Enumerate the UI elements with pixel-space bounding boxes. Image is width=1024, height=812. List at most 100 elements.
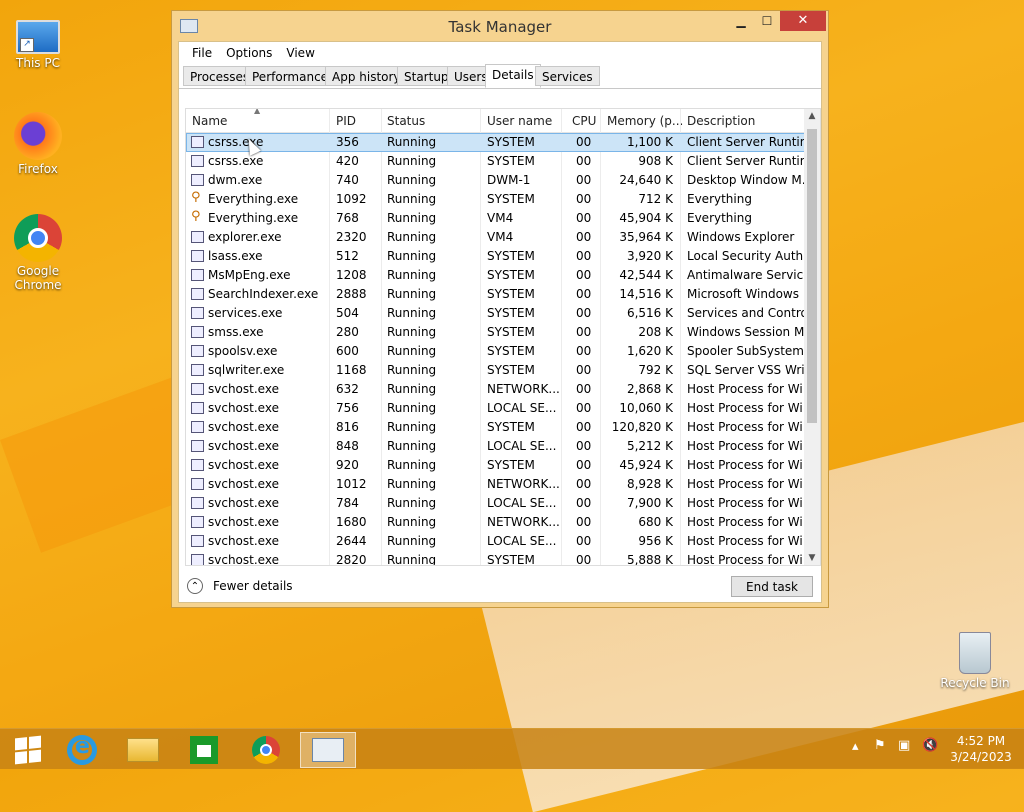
process-name: MsMpEng.exe: [208, 268, 291, 282]
clock-date: 3/24/2023: [950, 750, 1012, 764]
menu-options[interactable]: Options: [219, 46, 279, 60]
vertical-scrollbar[interactable]: ▲ ▼: [804, 109, 820, 565]
process-icon: [191, 326, 204, 338]
process-description: Host Process for Wi...: [687, 477, 805, 491]
fewer-details-button[interactable]: ⌃ Fewer details: [187, 578, 293, 594]
column-header-user[interactable]: User name: [487, 114, 552, 128]
table-row[interactable]: ⚲ Everything.exe 768 Running VM4 00 45,904 K Ev…: [186, 209, 820, 228]
taskbar-internet-explorer[interactable]: [54, 732, 110, 768]
table-row[interactable]: svchost.exe 1012 Running NETWORK... 00 8,928 …: [186, 475, 820, 494]
table-row[interactable]: explorer.exe 2320 Running VM4 00 35,964 K Wind…: [186, 228, 820, 247]
column-header-description[interactable]: Description: [687, 114, 755, 128]
process-cpu: 00: [576, 230, 592, 244]
process-description: Client Server Runtim...: [687, 135, 805, 149]
process-cpu: 00: [576, 382, 592, 396]
table-row[interactable]: svchost.exe 816 Running SYSTEM 00 120,820 K Ho…: [186, 418, 820, 437]
process-status: Running: [387, 325, 437, 339]
process-memory: 45,904 K: [619, 211, 673, 225]
title-bar[interactable]: Task Manager ▁ ☐ ✕: [172, 11, 828, 41]
menu-view[interactable]: View: [279, 46, 321, 60]
process-name: svchost.exe: [208, 420, 279, 434]
table-row[interactable]: spoolsv.exe 600 Running SYSTEM 00 1,620 K Spoo…: [186, 342, 820, 361]
maximize-button[interactable]: ☐: [754, 11, 780, 31]
table-row[interactable]: svchost.exe 848 Running LOCAL SE... 00 5,212 …: [186, 437, 820, 456]
table-row[interactable]: csrss.exe 356 Running SYSTEM 00 1,100 K Client…: [186, 133, 820, 152]
process-memory: 10,060 K: [619, 401, 673, 415]
taskbar-clock[interactable]: 4:52 PM 3/24/2023: [946, 733, 1016, 765]
tab-performance[interactable]: Performance: [245, 66, 336, 86]
table-row[interactable]: csrss.exe 420 Running SYSTEM 00 908 K Client S…: [186, 152, 820, 171]
table-row[interactable]: svchost.exe 632 Running NETWORK... 00 2,868 K…: [186, 380, 820, 399]
process-name: spoolsv.exe: [208, 344, 278, 358]
table-row[interactable]: svchost.exe 2820 Running SYSTEM 00 5,888 K Hos…: [186, 551, 820, 566]
task-manager-icon: [312, 738, 344, 762]
process-description: Host Process for Wi...: [687, 439, 805, 453]
table-row[interactable]: ⚲ Everything.exe 1092 Running SYSTEM 00 712 K E…: [186, 190, 820, 209]
magnifier-app-icon: ⚲: [191, 190, 201, 202]
table-row[interactable]: svchost.exe 756 Running LOCAL SE... 00 10,060…: [186, 399, 820, 418]
show-hidden-icons-icon[interactable]: ▴: [852, 739, 859, 779]
table-row[interactable]: svchost.exe 2644 Running LOCAL SE... 00 956 K…: [186, 532, 820, 551]
process-description: Host Process for Wi...: [687, 496, 805, 510]
table-row[interactable]: svchost.exe 784 Running LOCAL SE... 00 7,900 …: [186, 494, 820, 513]
network-icon[interactable]: ▣: [898, 738, 910, 778]
column-header-cpu[interactable]: CPU: [572, 114, 596, 128]
process-memory: 208 K: [638, 325, 673, 339]
taskbar: ▴ ⚑ ▣ 🔇 4:52 PM 3/24/2023: [0, 728, 1024, 769]
shortcut-arrow-icon: ↗: [20, 38, 34, 52]
scroll-down-icon[interactable]: ▼: [804, 553, 820, 563]
process-name: Everything.exe: [208, 192, 299, 206]
table-row[interactable]: sqlwriter.exe 1168 Running SYSTEM 00 792 K SQL…: [186, 361, 820, 380]
process-pid: 784: [336, 496, 359, 510]
process-memory: 2,868 K: [626, 382, 673, 396]
end-task-button[interactable]: End task: [731, 576, 813, 597]
tab-details[interactable]: Details: [485, 64, 541, 88]
desktop-icon-recycle-bin[interactable]: Recycle Bin: [937, 632, 1013, 690]
process-name: svchost.exe: [208, 401, 279, 415]
scroll-thumb[interactable]: [807, 129, 817, 423]
minimize-button[interactable]: ▁: [728, 11, 754, 31]
column-header-memory[interactable]: Memory (p...: [607, 114, 683, 128]
menu-file[interactable]: File: [185, 46, 219, 60]
tab-services[interactable]: Services: [535, 66, 600, 86]
taskbar-store[interactable]: [176, 732, 232, 768]
desktop-icon-firefox[interactable]: Firefox: [0, 112, 76, 176]
desktop-icon-this-pc[interactable]: ↗ This PC: [0, 12, 76, 70]
column-header-name[interactable]: Name: [192, 114, 227, 128]
tab-app-history[interactable]: App history: [325, 66, 408, 86]
taskbar-chrome[interactable]: [238, 732, 294, 768]
action-center-flag-icon[interactable]: ⚑: [874, 738, 886, 778]
taskbar-task-manager[interactable]: [300, 732, 356, 768]
desktop-icon-chrome[interactable]: Google Chrome: [0, 214, 76, 292]
table-row[interactable]: dwm.exe 740 Running DWM-1 00 24,640 K Desktop …: [186, 171, 820, 190]
table-row[interactable]: lsass.exe 512 Running SYSTEM 00 3,920 K Local …: [186, 247, 820, 266]
table-row[interactable]: SearchIndexer.exe 2888 Running SYSTEM 00 14,5…: [186, 285, 820, 304]
process-description: Host Process for Wi...: [687, 553, 805, 566]
column-header-status[interactable]: Status: [387, 114, 425, 128]
process-description: Everything: [687, 211, 752, 225]
volume-muted-icon[interactable]: 🔇: [922, 738, 938, 778]
process-icon: [191, 535, 204, 547]
process-icon: [191, 402, 204, 414]
process-cpu: 00: [576, 534, 592, 548]
start-button[interactable]: [0, 732, 56, 768]
process-pid: 1168: [336, 363, 367, 377]
scroll-up-icon[interactable]: ▲: [804, 111, 820, 121]
close-button[interactable]: ✕: [780, 11, 826, 31]
table-row[interactable]: smss.exe 280 Running SYSTEM 00 208 K Windows S…: [186, 323, 820, 342]
table-row[interactable]: MsMpEng.exe 1208 Running SYSTEM 00 42,544 K An…: [186, 266, 820, 285]
process-cpu: 00: [576, 363, 592, 377]
process-status: Running: [387, 496, 437, 510]
process-cpu: 00: [576, 173, 592, 187]
table-row[interactable]: svchost.exe 920 Running SYSTEM 00 45,924 K Hos…: [186, 456, 820, 475]
process-name: csrss.exe: [208, 135, 264, 149]
table-row[interactable]: services.exe 504 Running SYSTEM 00 6,516 K Ser…: [186, 304, 820, 323]
process-memory: 42,544 K: [619, 268, 673, 282]
column-header-pid[interactable]: PID: [336, 114, 356, 128]
process-status: Running: [387, 211, 437, 225]
taskbar-file-explorer[interactable]: [115, 732, 171, 768]
table-row[interactable]: svchost.exe 1680 Running NETWORK... 00 680 K H…: [186, 513, 820, 532]
process-cpu: 00: [576, 306, 592, 320]
process-status: Running: [387, 401, 437, 415]
process-icon: [191, 307, 204, 319]
